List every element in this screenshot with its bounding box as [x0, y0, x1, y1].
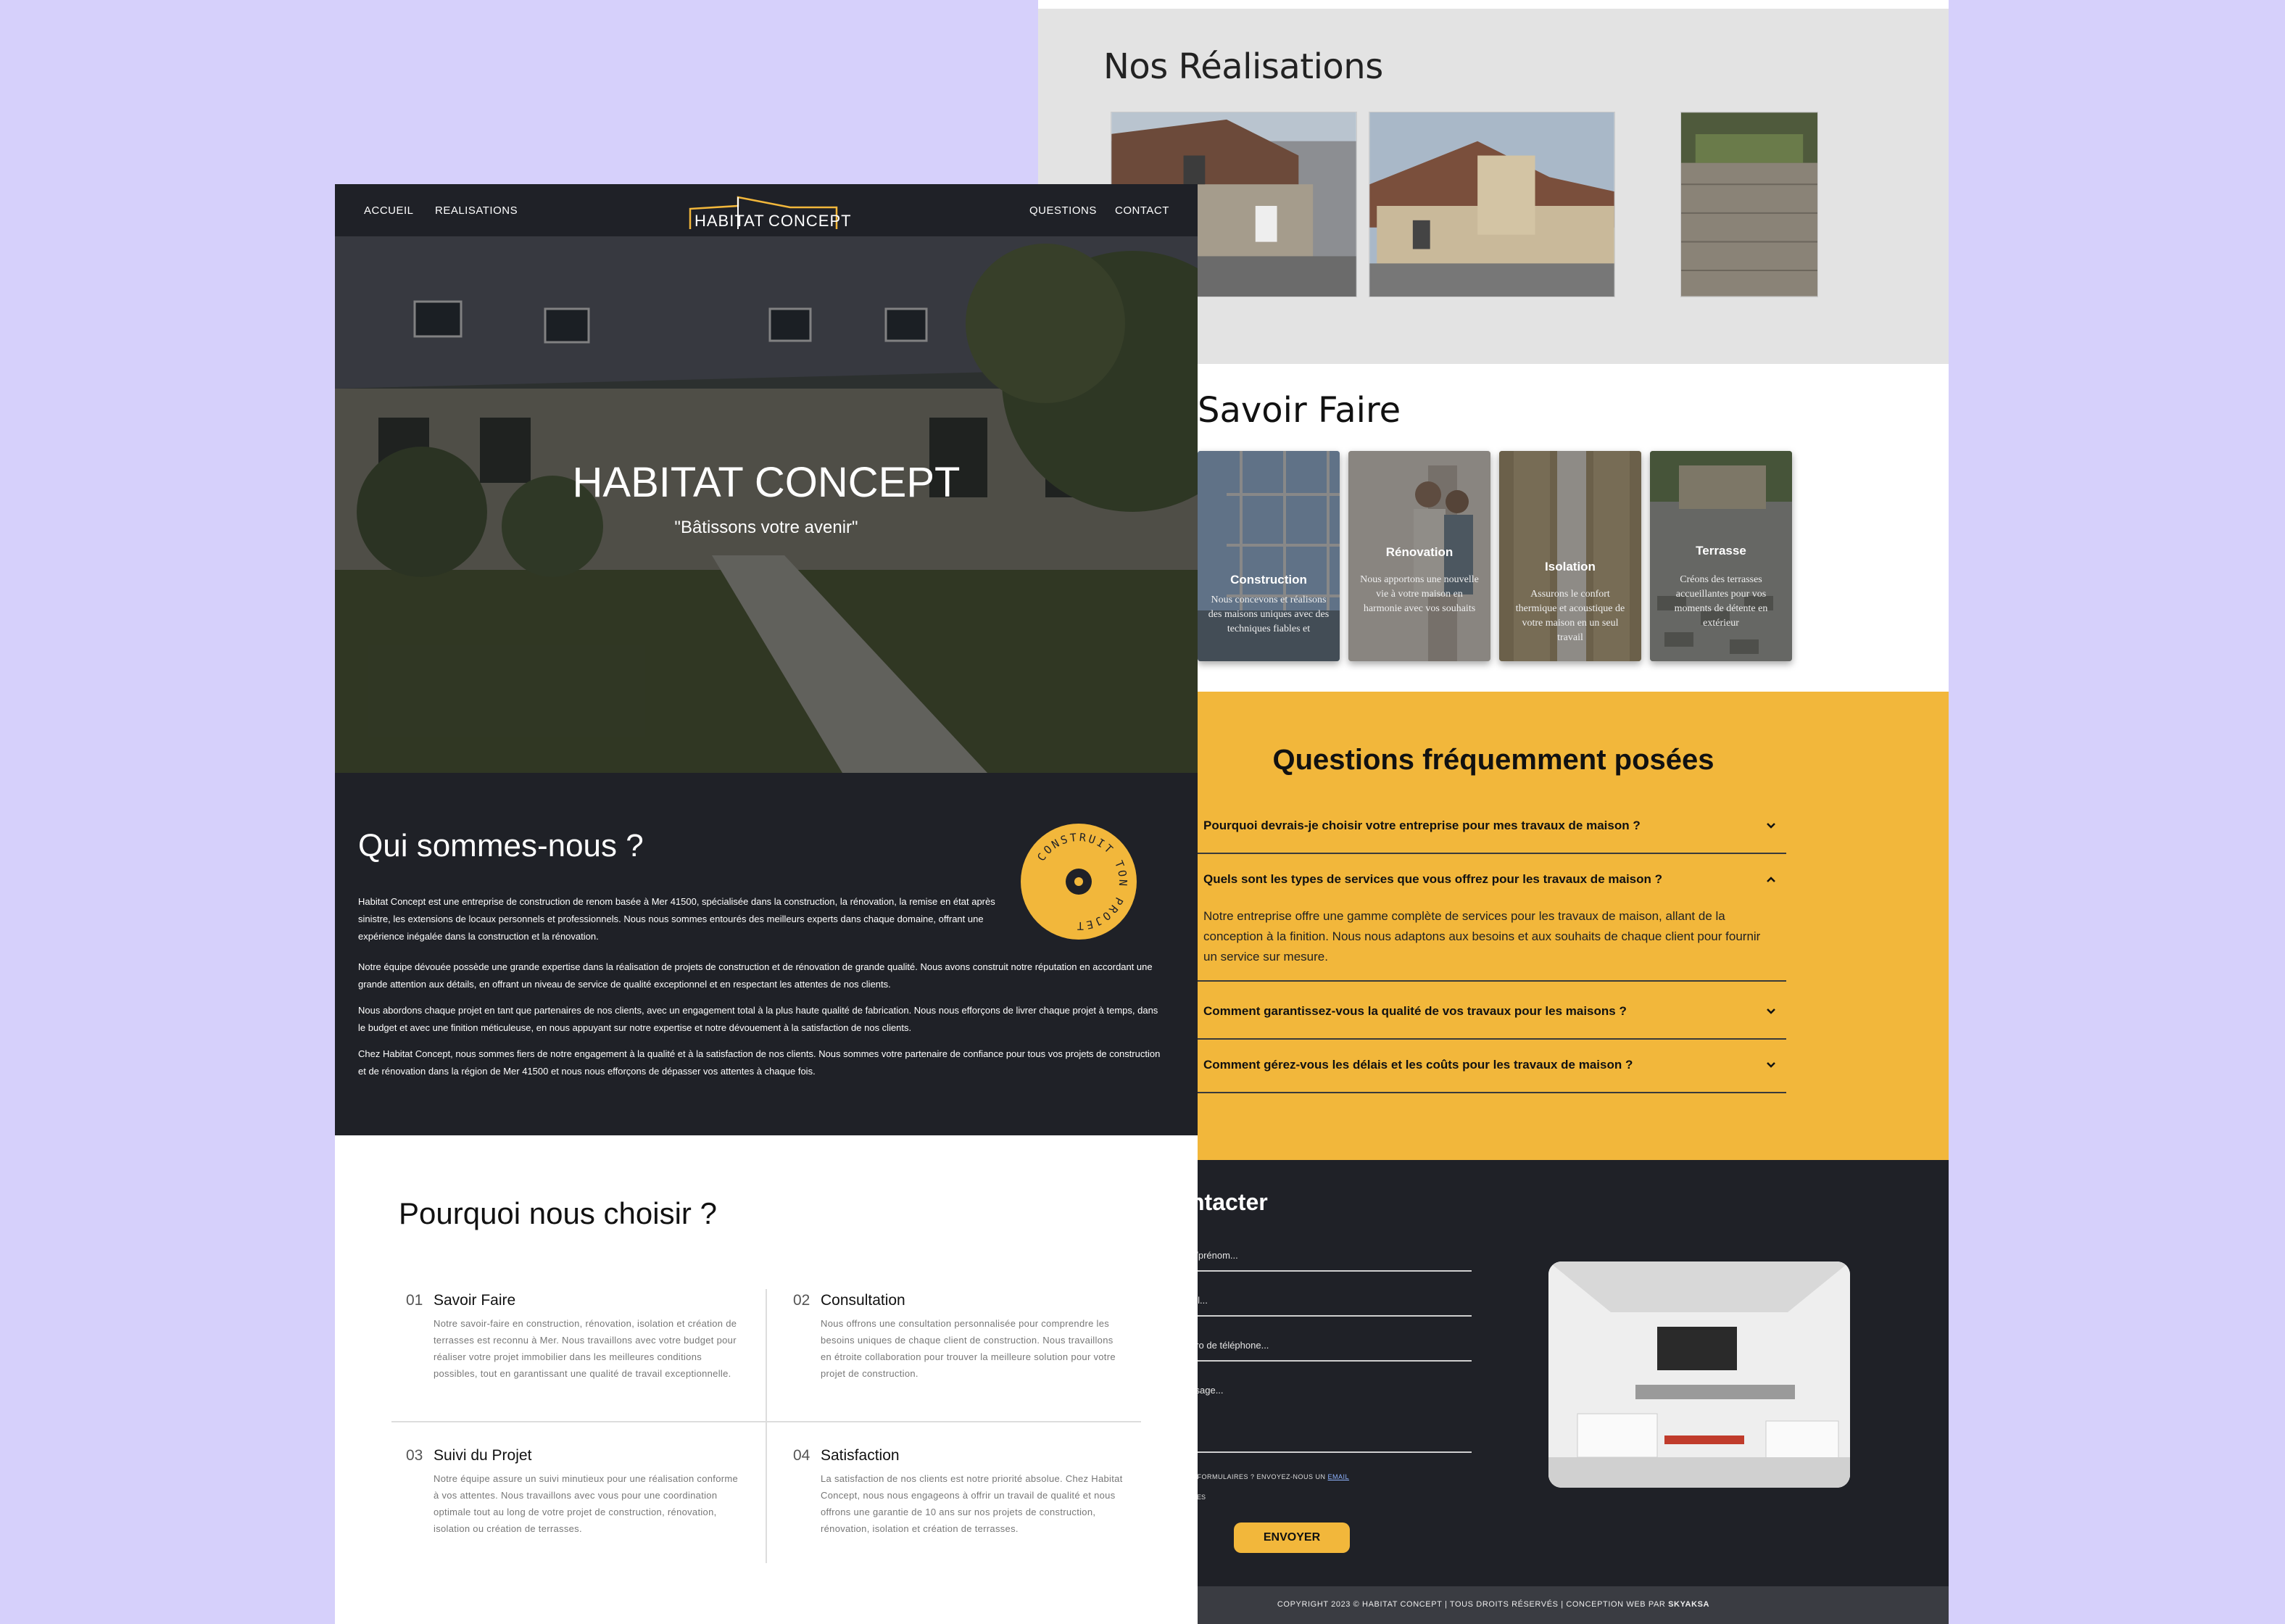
faq-item-3[interactable]: Comment garantissez-vous la qualité de v… [1198, 985, 1786, 1040]
card-title: Construction [1230, 573, 1307, 587]
card-title: Terrasse [1696, 544, 1746, 558]
card-construction[interactable]: Construction Nous concevons et réalisons… [1198, 451, 1340, 661]
faq-question[interactable]: Comment garantissez-vous la qualité de v… [1198, 985, 1786, 1038]
front-page: ACCUEIL REALISATIONS HABITAT CONCEPT QUE… [335, 184, 1198, 1624]
message-field[interactable]: ssage... [1190, 1385, 1472, 1453]
why-item-number: 04 [793, 1447, 810, 1464]
about-paragraph: Chez Habitat Concept, nous sommes fiers … [358, 1048, 1161, 1077]
why-choose-section: Pourquoi nous choisir ? 01 Savoir Faire … [335, 1135, 1198, 1624]
footer-text: COPYRIGHT 2023 © HABITAT CONCEPT | TOUS … [1277, 1600, 1666, 1609]
logo[interactable]: HABITAT CONCEPT [684, 190, 851, 232]
nav-accueil[interactable]: ACCUEIL [364, 204, 414, 217]
faq-item-2[interactable]: Quels sont les types de services que vou… [1198, 853, 1786, 982]
about-paragraph: Habitat Concept est une entreprise de co… [358, 896, 995, 942]
why-item-title: Consultation [821, 1292, 905, 1309]
card-text: Nous concevons et réalisons des maisons … [1208, 594, 1330, 634]
faq-item-1[interactable]: Pourquoi devrais-je choisir votre entrep… [1198, 799, 1786, 854]
why-item-number: 01 [406, 1292, 423, 1309]
about-section: Qui sommes-nous ? CONSTRUIT TON PROJET H… [335, 773, 1198, 1135]
nav-realisations[interactable]: REALISATIONS [435, 204, 518, 217]
card-isolation[interactable]: Isolation Assurons le confort thermique … [1499, 451, 1641, 661]
faq-question[interactable]: Pourquoi devrais-je choisir votre entrep… [1198, 799, 1786, 853]
realisations-title: Nos Réalisations [1103, 46, 1383, 87]
about-title: Qui sommes-nous ? [358, 828, 644, 863]
chevron-down-icon[interactable] [1766, 821, 1776, 831]
hero-title: HABITAT CONCEPT [572, 459, 961, 506]
realisation-photo-2[interactable] [1369, 112, 1615, 297]
faq-item-4[interactable]: Comment gérez-vous les délais et les coû… [1198, 1038, 1786, 1093]
chevron-down-icon[interactable] [1766, 1006, 1776, 1016]
card-renovation[interactable]: Rénovation Nous apportons une nouvelle v… [1348, 451, 1490, 661]
send-button[interactable]: ENVOYER [1234, 1522, 1350, 1553]
why-choose-title: Pourquoi nous choisir ? [399, 1196, 717, 1230]
contact-note-text: S FORMULAIRES ? ENVOYEZ-NOUS UN [1190, 1473, 1326, 1480]
hero-subtitle: "Bâtissons votre avenir" [674, 518, 858, 537]
nav-bar: ACCUEIL REALISATIONS HABITAT CONCEPT QUE… [335, 184, 1198, 236]
why-item-title: Savoir Faire [434, 1292, 516, 1309]
why-item-text: Notre équipe assure un suivi minutieux p… [434, 1473, 739, 1534]
email-field[interactable]: ail... [1190, 1295, 1472, 1317]
realisation-photo-3[interactable] [1680, 112, 1818, 297]
interior-photo [1548, 1262, 1850, 1488]
faq-question[interactable]: Quels sont les types de services que vou… [1198, 853, 1786, 906]
logo-text-habitat: HABITAT [694, 212, 765, 230]
why-vertical-divider [766, 1289, 767, 1563]
chevron-down-icon[interactable] [1766, 1060, 1776, 1070]
card-title: Isolation [1545, 560, 1596, 573]
nav-contact[interactable]: CONTACT [1115, 204, 1169, 217]
email-link[interactable]: EMAIL [1328, 1473, 1350, 1480]
faq-answer: Notre entreprise offre une gamme complèt… [1203, 909, 1761, 964]
why-item-number: 03 [406, 1447, 423, 1464]
why-item-title: Suivi du Projet [434, 1447, 532, 1464]
card-terrasse[interactable]: Terrasse Créons des terrasses accueillan… [1650, 451, 1792, 661]
why-item-text: Notre savoir-faire en construction, réno… [434, 1318, 737, 1379]
contact-title: ntacter [1190, 1189, 1268, 1215]
card-text: Assurons le confort thermique et acousti… [1515, 589, 1625, 643]
why-item-number: 02 [793, 1292, 810, 1309]
why-item-title: Satisfaction [821, 1447, 900, 1464]
about-paragraph: Notre équipe dévouée possède une grande … [358, 961, 1153, 990]
chevron-up-icon[interactable] [1766, 874, 1776, 884]
hero-section: HABITAT CONCEPT "Bâtissons votre avenir" [335, 236, 1198, 773]
logo-text-concept: CONCEPT [768, 212, 852, 230]
back-topbar [1038, 0, 1949, 9]
badge-ring-icon: CONSTRUIT TON PROJET [1034, 831, 1127, 932]
card-title: Rénovation [1385, 545, 1453, 559]
nav-questions[interactable]: QUESTIONS [1029, 204, 1097, 217]
card-text: Nous apportons une nouvelle vie à votre … [1360, 574, 1479, 614]
faq-question[interactable]: Comment gérez-vous les délais et les coû… [1198, 1038, 1786, 1092]
why-item-text: Nous offrons une consultation personnali… [821, 1318, 1116, 1379]
construit-ton-projet-badge: CONSTRUIT TON PROJET [1021, 824, 1137, 940]
card-text: Créons des terrasses accueillantes pour … [1674, 574, 1768, 629]
about-paragraph: Nous abordons chaque projet en tant que … [358, 1005, 1158, 1033]
phone-field[interactable]: éro de téléphone... [1190, 1340, 1472, 1362]
why-horizontal-divider [391, 1421, 1141, 1422]
name-field[interactable]: n/prénom... [1190, 1250, 1472, 1272]
savoir-faire-title: Savoir Faire [1198, 390, 1401, 431]
footer-brand-link[interactable]: SKYAKSA [1668, 1600, 1709, 1609]
contact-note: S FORMULAIRES ? ENVOYEZ-NOUS UN EMAIL [1190, 1473, 1349, 1480]
why-item-text: La satisfaction de nos clients est notre… [821, 1473, 1123, 1534]
